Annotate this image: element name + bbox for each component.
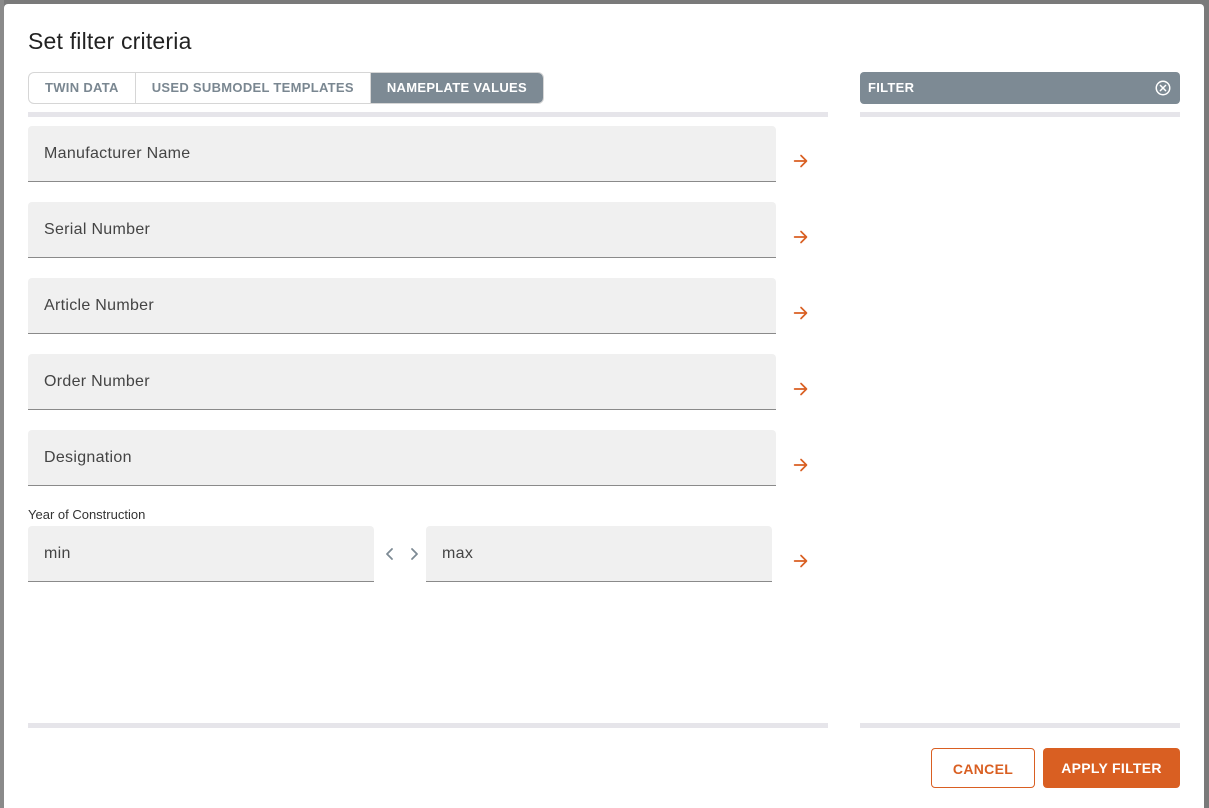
arrow-right-icon xyxy=(793,458,808,472)
year-min-input[interactable] xyxy=(28,526,374,581)
year-max-field xyxy=(426,526,772,582)
range-increase-button[interactable] xyxy=(406,545,422,563)
add-designation-button[interactable] xyxy=(790,454,812,476)
add-manufacturer-name-button[interactable] xyxy=(790,150,812,172)
chevron-right-icon xyxy=(411,548,418,560)
add-order-number-button[interactable] xyxy=(790,378,812,400)
arrow-right-icon xyxy=(793,154,808,168)
close-circle-icon xyxy=(1155,80,1171,96)
dialog-title: Set filter criteria xyxy=(28,28,192,54)
cancel-button[interactable]: CANCEL xyxy=(931,748,1035,788)
add-article-number-button[interactable] xyxy=(790,302,812,324)
serial-number-input[interactable] xyxy=(28,202,776,257)
left-top-divider xyxy=(28,112,828,117)
chevron-left-icon xyxy=(386,548,393,560)
designation-field xyxy=(28,430,776,486)
left-bottom-divider xyxy=(28,723,828,728)
tab-used-submodel-templates[interactable]: USED SUBMODEL TEMPLATES xyxy=(136,73,371,103)
manufacturer-name-field xyxy=(28,126,776,182)
clear-filter-button[interactable] xyxy=(1154,79,1172,97)
filter-panel-header: FILTER xyxy=(860,72,1180,104)
add-serial-number-button[interactable] xyxy=(790,226,812,248)
right-bottom-divider xyxy=(860,723,1180,728)
right-top-divider xyxy=(860,112,1180,117)
arrow-right-icon xyxy=(793,230,808,244)
filter-panel-title: FILTER xyxy=(868,80,915,95)
serial-number-field xyxy=(28,202,776,258)
manufacturer-name-input[interactable] xyxy=(28,126,776,181)
article-number-input[interactable] xyxy=(28,278,776,333)
add-year-range-button[interactable] xyxy=(790,550,812,572)
year-max-input[interactable] xyxy=(426,526,772,581)
arrow-right-icon xyxy=(793,554,808,568)
arrow-right-icon xyxy=(793,306,808,320)
article-number-field xyxy=(28,278,776,334)
year-min-field xyxy=(28,526,374,582)
filter-dialog: Set filter criteria TWIN DATA USED SUBMO… xyxy=(4,4,1204,808)
tab-nameplate-values[interactable]: NAMEPLATE VALUES xyxy=(370,73,543,103)
year-of-construction-label: Year of Construction xyxy=(28,507,146,522)
apply-filter-button[interactable]: APPLY FILTER xyxy=(1043,748,1180,788)
designation-input[interactable] xyxy=(28,430,776,485)
tab-twin-data[interactable]: TWIN DATA xyxy=(29,73,136,103)
order-number-input[interactable] xyxy=(28,354,776,409)
range-decrease-button[interactable] xyxy=(382,545,398,563)
order-number-field xyxy=(28,354,776,410)
tab-bar: TWIN DATA USED SUBMODEL TEMPLATES NAMEPL… xyxy=(28,72,544,104)
arrow-right-icon xyxy=(793,382,808,396)
